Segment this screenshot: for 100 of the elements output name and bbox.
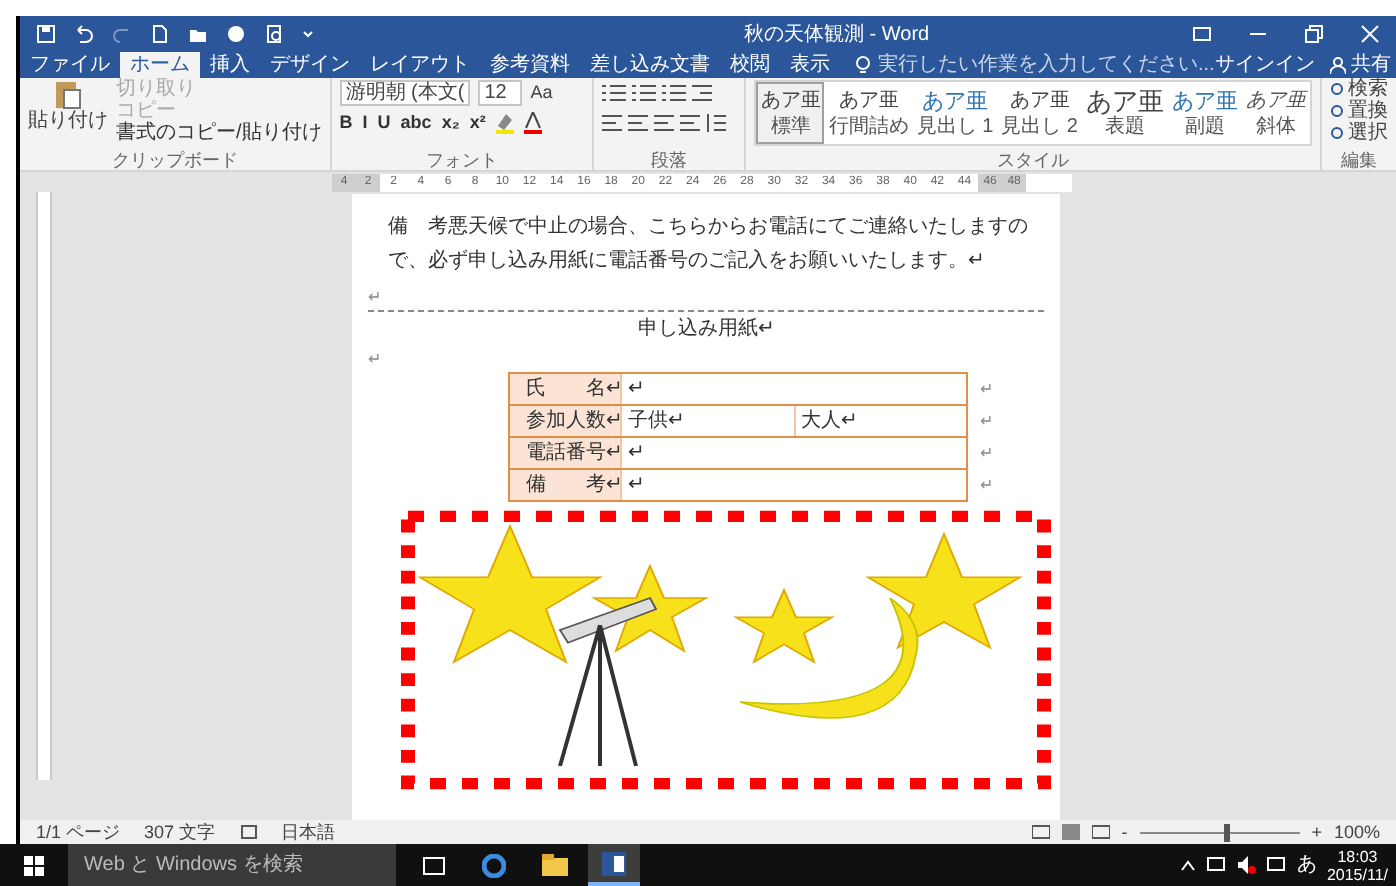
style-item[interactable]: あア亜 表題: [1082, 82, 1168, 144]
folder-icon[interactable]: [541, 854, 567, 876]
language: 日本語: [281, 820, 336, 844]
list-icon[interactable]: [601, 84, 626, 102]
highlight-icon[interactable]: [495, 112, 514, 134]
group-label: フォント: [423, 150, 500, 170]
font-name-dropdown[interactable]: 游明朝 (本文(: [339, 80, 471, 106]
word-app-icon[interactable]: [602, 851, 626, 875]
font-size-dropdown[interactable]: 12: [478, 80, 523, 106]
editing-button[interactable]: 検索: [1330, 78, 1388, 100]
ribbon-tab[interactable]: 校閲: [720, 52, 780, 78]
volume-icon[interactable]: [1236, 856, 1257, 874]
window-title: 秋の天体観測 - Word: [744, 21, 930, 49]
font-color-icon[interactable]: [523, 112, 542, 134]
form-title: 申し込み用紙↵: [638, 316, 774, 344]
message-icon[interactable]: [1266, 856, 1287, 874]
person-icon: [1330, 56, 1347, 74]
table-cell: ↵: [620, 438, 966, 468]
ribbon-tab[interactable]: デザイン: [260, 52, 360, 78]
customize-caret-icon[interactable]: [302, 28, 314, 40]
ribbon-display-icon[interactable]: [1192, 24, 1212, 44]
windows-logo-icon[interactable]: [24, 855, 44, 875]
line-spacing-icon[interactable]: [705, 114, 726, 132]
taskbar-search-field[interactable]: Web と Windows を検索: [68, 844, 396, 886]
share-button[interactable]: 共有: [1330, 52, 1391, 78]
list-icon[interactable]: [661, 84, 686, 102]
task-view-icon[interactable]: [422, 855, 446, 875]
web-layout-icon[interactable]: [1091, 824, 1110, 840]
print-preview-icon[interactable]: [264, 24, 284, 44]
close-icon[interactable]: [1360, 24, 1380, 44]
tell-me-field[interactable]: 実行したい作業を入力してください...: [856, 52, 1215, 78]
paragraph-mark: ↵: [980, 474, 994, 498]
notice-paragraph: 備 考悪天候で中止の場合、こちらからお電話にてご連絡いたしますので、必ず申し込み用紙に電話番号のご記入をお願いいたします。↵: [386, 213, 1030, 276]
format-button[interactable]: x₂: [441, 112, 460, 134]
redo-icon[interactable]: [112, 24, 132, 44]
table-header-cell: 備 考↵: [510, 470, 620, 500]
zoom-out-button[interactable]: -: [1121, 820, 1128, 844]
paragraph-mark: ↵: [368, 348, 382, 372]
style-item[interactable]: あア亜 見出し 1: [912, 82, 998, 144]
read-mode-icon[interactable]: [1031, 824, 1050, 840]
change-case-button[interactable]: Aa: [530, 82, 553, 104]
table-cell: ↵: [620, 374, 966, 404]
paragraph-mark: ↵: [980, 378, 994, 402]
table-header-cell: 電話番号↵: [510, 438, 620, 468]
indent-icon[interactable]: [691, 84, 712, 102]
save-icon[interactable]: [36, 24, 56, 44]
sign-in-link[interactable]: サインイン: [1214, 52, 1315, 78]
network-icon[interactable]: [1206, 856, 1227, 874]
style-item[interactable]: あア亜 副題: [1168, 82, 1242, 144]
style-item[interactable]: あア亜 斜体: [1242, 82, 1310, 144]
paragraph-mark: ↵: [368, 286, 382, 310]
zoom-level[interactable]: 100%: [1333, 820, 1380, 844]
print-layout-icon[interactable]: [1061, 824, 1080, 840]
page-count: 1/1 ページ: [36, 820, 121, 844]
browser-icon[interactable]: [482, 853, 506, 877]
align-icon[interactable]: [653, 114, 674, 132]
clock-time: 18:03: [1337, 847, 1378, 865]
ribbon-tab[interactable]: 表示: [780, 52, 840, 78]
align-icon[interactable]: [601, 114, 622, 132]
format-button[interactable]: abc: [400, 112, 432, 134]
style-item[interactable]: あア亜 標準: [756, 82, 825, 144]
zoom-slider-thumb[interactable]: [1224, 823, 1231, 841]
ribbon-tab[interactable]: レイアウト: [360, 52, 480, 78]
restore-icon[interactable]: [1304, 24, 1324, 44]
ribbon-tab[interactable]: 参考資料: [480, 52, 580, 78]
editing-button[interactable]: 選択: [1330, 122, 1388, 144]
group-label: 編集: [1339, 150, 1379, 170]
lightbulb-icon[interactable]: [856, 55, 870, 75]
editing-button[interactable]: 置換: [1330, 100, 1388, 122]
list-icon[interactable]: [631, 84, 656, 102]
format-button[interactable]: I: [362, 112, 368, 134]
align-icon[interactable]: [627, 114, 648, 132]
ribbon-tab[interactable]: ファイル: [20, 52, 120, 78]
style-item[interactable]: あア亜 見出し 2: [997, 82, 1082, 144]
taskbar-app-button[interactable]: [588, 844, 640, 886]
ime-indicator[interactable]: あ: [1296, 850, 1317, 880]
table-header-cell: 参加人数↵: [510, 406, 620, 436]
format-button[interactable]: x²: [469, 112, 486, 134]
format-button[interactable]: B: [339, 112, 353, 134]
clock-date: 2015/11/: [1326, 865, 1388, 883]
undo-icon[interactable]: [74, 24, 94, 44]
align-icon[interactable]: [679, 114, 700, 132]
style-item[interactable]: あア亜 行間詰め: [824, 82, 913, 144]
new-document-icon[interactable]: [150, 24, 170, 44]
chevron-up-icon[interactable]: [1180, 859, 1197, 871]
group-label: 段落: [649, 150, 690, 170]
ribbon-tab[interactable]: 挿入: [200, 52, 260, 78]
format-button[interactable]: U: [377, 112, 391, 134]
ribbon-tab[interactable]: ホーム: [120, 52, 200, 78]
proofing-icon[interactable]: [239, 824, 258, 840]
folder-icon[interactable]: [188, 24, 208, 44]
group-label: スタイル: [995, 150, 1072, 170]
word-count: 307 文字: [144, 820, 216, 844]
ribbon-tab[interactable]: 差し込み文書: [580, 52, 720, 78]
zoom-in-button[interactable]: +: [1311, 820, 1322, 844]
table-cell: ↵: [620, 470, 966, 500]
paragraph-mark: ↵: [980, 442, 994, 466]
paste-button[interactable]: 貼り付け: [28, 78, 108, 150]
clipboard-action[interactable]: 書式のコピー/貼り付け: [116, 122, 322, 144]
table-header-cell: 氏 名↵: [510, 374, 620, 404]
